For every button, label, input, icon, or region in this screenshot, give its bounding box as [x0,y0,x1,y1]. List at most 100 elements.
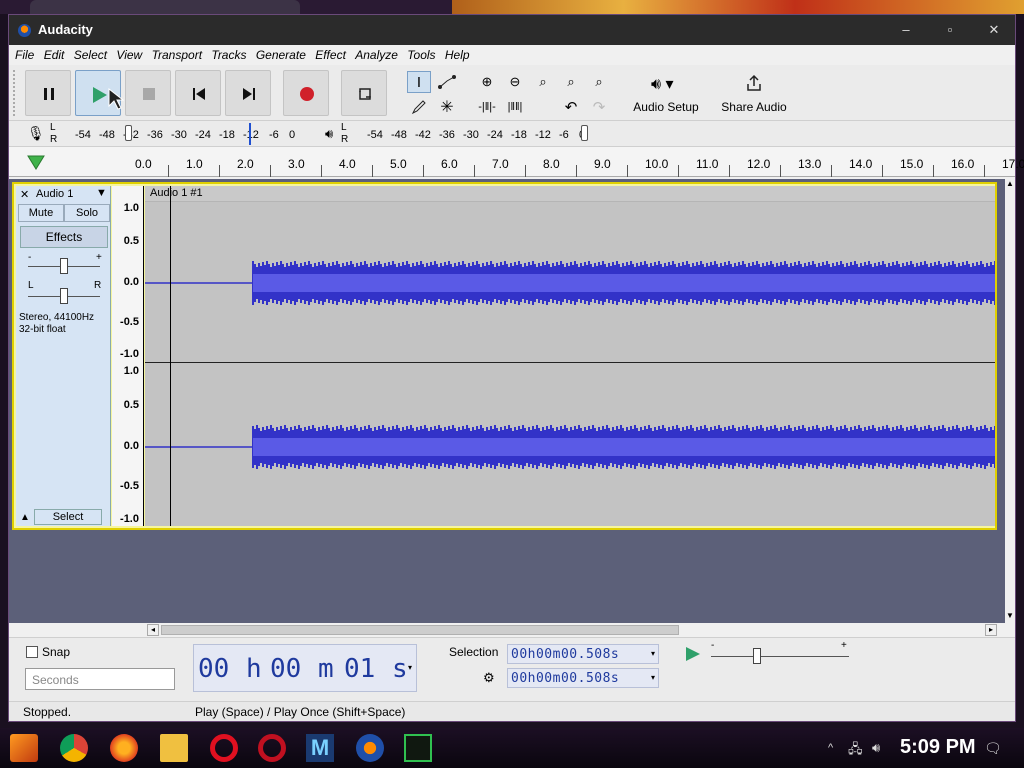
pencil-icon [411,100,426,115]
selection-end-dropdown-icon[interactable]: ▾ [651,673,655,682]
menu-analyze[interactable]: Analyze [355,45,398,62]
ruler-tick-label: 9.0 [594,157,611,171]
zoom-in-button[interactable]: ⊕ [475,71,499,93]
loop-button[interactable] [341,70,387,116]
solo-button[interactable]: Solo [64,204,110,222]
envelope-tool-button[interactable] [435,71,459,93]
monitor-app-icon[interactable] [404,734,432,762]
time-format-dropdown-icon[interactable]: ▾ [408,663,412,672]
track-select-button[interactable]: Select [34,509,102,525]
record-meter[interactable]: -54 -48 -42 -36 -30 -24 -18 -12 -6 0 [63,121,297,147]
vertical-ruler[interactable]: 1.0 0.5 0.0 -0.5 -1.0 1.0 0.5 0.0 -0.5 -… [112,186,144,526]
audio-track[interactable]: ✕ Audio 1 ▼ Mute Solo Effects - + L R St… [12,182,997,530]
timeline-ruler[interactable]: 0.0 1.0 2.0 3.0 4.0 5.0 6.0 7.0 8.0 9.0 10.0 11.0 12… [9,147,1024,177]
scroll-right-icon[interactable]: ▸ [985,624,997,636]
effects-button[interactable]: Effects [20,226,108,248]
track-close-button[interactable]: ✕ [20,188,29,201]
undo-icon: ↶ [564,99,578,116]
mute-button[interactable]: Mute [18,204,64,222]
menu-effect[interactable]: Effect [315,45,346,62]
opera-icon[interactable] [210,734,238,762]
stop-button[interactable] [125,70,171,116]
track-menu-dropdown-icon[interactable]: ▼ [96,187,107,199]
menu-transport[interactable]: Transport [152,45,202,62]
menu-help[interactable]: Help [445,45,470,62]
fit-project-button[interactable]: ⌕ [559,71,583,93]
notifications-icon[interactable]: 🗨︎ [984,740,1002,757]
chrome-icon[interactable] [60,734,88,762]
timeline-options-icon[interactable] [27,155,45,171]
start-button-icon[interactable] [10,734,38,762]
multi-tool-button[interactable]: ✳ [435,96,459,118]
snap-unit-select[interactable]: Seconds [25,668,175,690]
pause-button[interactable] [25,70,71,116]
menu-generate[interactable]: Generate [256,45,306,62]
waveform-clip[interactable]: Audio 1 #1 [145,186,995,526]
menu-tracks[interactable]: Tracks [211,45,246,62]
zoom-out-button[interactable]: ⊖ [503,71,527,93]
silence-selection-button[interactable]: |‖‖| [503,96,527,118]
close-button[interactable]: ✕ [973,15,1015,45]
playback-meter-handle[interactable] [581,125,588,141]
pan-slider-handle[interactable] [60,288,68,304]
playback-speed-slider[interactable] [711,656,849,657]
scroll-down-icon[interactable]: ▼ [1006,611,1014,620]
title-bar[interactable]: Audacity – ▫ ✕ [9,15,1015,45]
scroll-up-icon[interactable]: ▲ [1006,179,1014,188]
horizontal-scroll-thumb[interactable] [161,625,679,635]
fit-selection-button[interactable]: ⌕ [531,71,555,93]
scroll-left-icon[interactable]: ◂ [147,624,159,636]
menu-view[interactable]: View [116,45,142,62]
toolbar-grip[interactable] [13,70,19,116]
trim-outside-button[interactable]: -|‖|- [475,96,499,118]
snap-checkbox[interactable] [26,646,38,658]
horizontal-scrollbar[interactable]: ◂ ▸ [9,623,1015,637]
selection-start-dropdown-icon[interactable]: ▾ [651,649,655,658]
fit-project-icon: ⌕ [567,74,575,89]
tray-chevron-icon[interactable]: ^ [828,742,833,754]
audacity-taskbar-icon[interactable] [356,734,384,762]
menu-file[interactable]: File [15,45,34,62]
time-display[interactable]: 00 h 00 m 01 s ▾ [193,644,417,692]
selection-tool-button[interactable]: I [407,71,431,93]
draw-tool-button[interactable] [407,96,431,118]
firefox-icon[interactable] [110,734,138,762]
network-icon[interactable]: 🖧︎ [848,740,863,762]
file-explorer-icon[interactable] [160,734,188,762]
selection-settings-icon[interactable]: ⚙︎ [483,670,495,686]
skip-to-start-button[interactable] [175,70,221,116]
time-hours: 00 [198,654,230,684]
playback-speed-handle[interactable] [753,648,761,664]
menu-edit[interactable]: Edit [44,45,65,62]
redo-button[interactable]: ↷ [587,96,611,118]
pan-right-label: R [94,280,102,291]
selection-start-field[interactable]: 00h00m00.508s ▾ [507,644,659,664]
maxthon-icon[interactable]: M [306,734,334,762]
share-audio-button[interactable]: Share Audio [711,68,797,120]
asterisk-icon: ✳ [440,99,454,116]
menu-tools[interactable]: Tools [407,45,435,62]
vertical-scrollbar[interactable]: ▲ ▼ [1005,179,1015,623]
record-meter-handle[interactable] [125,125,132,141]
opera-gx-icon[interactable] [258,734,286,762]
maximize-button[interactable]: ▫ [929,15,971,45]
selection-end-field[interactable]: 00h00m00.508s ▾ [507,668,659,688]
record-button[interactable] [283,70,329,116]
track-panel[interactable]: ✕ Audio 1 ▼ Mute Solo Effects - + L R St… [9,179,1005,623]
minimize-button[interactable]: – [885,15,927,45]
zoom-toggle-button[interactable]: ⌕ [587,71,611,93]
menu-bar: File Edit Select View Transport Tracks G… [9,45,1015,65]
collapse-track-icon[interactable]: ▲ [20,512,30,523]
record-meter-r: R [50,134,58,145]
undo-button[interactable]: ↶ [559,96,583,118]
volume-icon[interactable]: 🔊︎ [872,740,880,756]
skip-to-end-button[interactable] [225,70,271,116]
audio-setup-button[interactable]: 🔊︎ ▾ Audio Setup [623,68,709,120]
gain-slider-handle[interactable] [60,258,68,274]
menu-select[interactable]: Select [74,45,107,62]
play-at-speed-icon[interactable] [685,646,701,662]
playback-meter[interactable]: -54 -48 -42 -36 -30 -24 -18 -12 -6 0 [355,121,589,147]
track-name-menu[interactable]: Audio 1 [36,188,73,200]
taskbar-clock[interactable]: 5:09 PM [900,736,976,759]
loop-icon [359,88,371,100]
